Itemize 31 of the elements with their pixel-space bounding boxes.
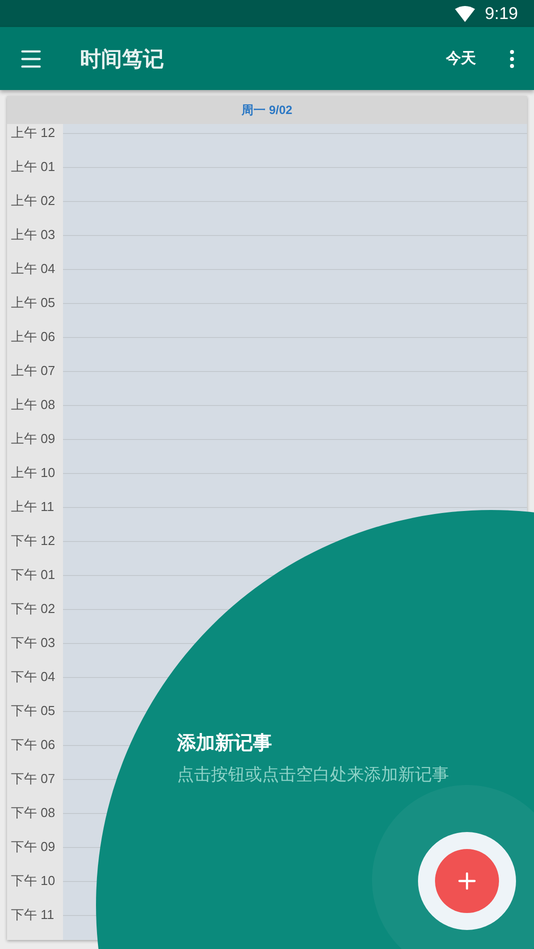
day-header: 周一 9/02	[7, 96, 527, 124]
hour-label: 下午 06	[10, 736, 56, 754]
hour-label: 上午 02	[10, 192, 56, 210]
hour-label: 上午 04	[10, 260, 56, 278]
hour-label: 下午 11	[10, 906, 56, 924]
hour-label: 下午 10	[10, 872, 56, 890]
hour-label: 上午 10	[10, 464, 56, 482]
hour-label: 下午 12	[10, 532, 56, 550]
hour-label: 下午 09	[10, 838, 56, 856]
tutorial-title: 添加新记事	[177, 731, 272, 756]
hour-label: 上午 07	[10, 362, 56, 380]
hour-label: 下午 04	[10, 668, 56, 686]
hour-label: 上午 12	[10, 124, 56, 142]
tutorial-text: 点击按钮或点击空白处来添加新记事	[177, 764, 450, 786]
hour-label: 下午 05	[10, 702, 56, 720]
wifi-icon	[454, 6, 475, 22]
hour-label: 上午 01	[10, 158, 56, 176]
hour-label: 下午 07	[10, 770, 56, 788]
hour-label: 上午 03	[10, 226, 56, 244]
hour-label: 上午 11	[10, 498, 56, 516]
hour-label: 下午 03	[10, 634, 56, 652]
hour-label: 下午 01	[10, 566, 56, 584]
hour-label: 下午 08	[10, 804, 56, 822]
status-time: 9:19	[484, 4, 518, 24]
hour-label: 上午 05	[10, 294, 56, 312]
app-title: 时间笃记	[80, 46, 165, 72]
hour-label: 上午 08	[10, 396, 56, 414]
hour-label: 下午 02	[10, 600, 56, 618]
hour-label: 上午 09	[10, 430, 56, 448]
hour-label: 上午 06	[10, 328, 56, 346]
today-button[interactable]: 今天	[438, 43, 484, 74]
